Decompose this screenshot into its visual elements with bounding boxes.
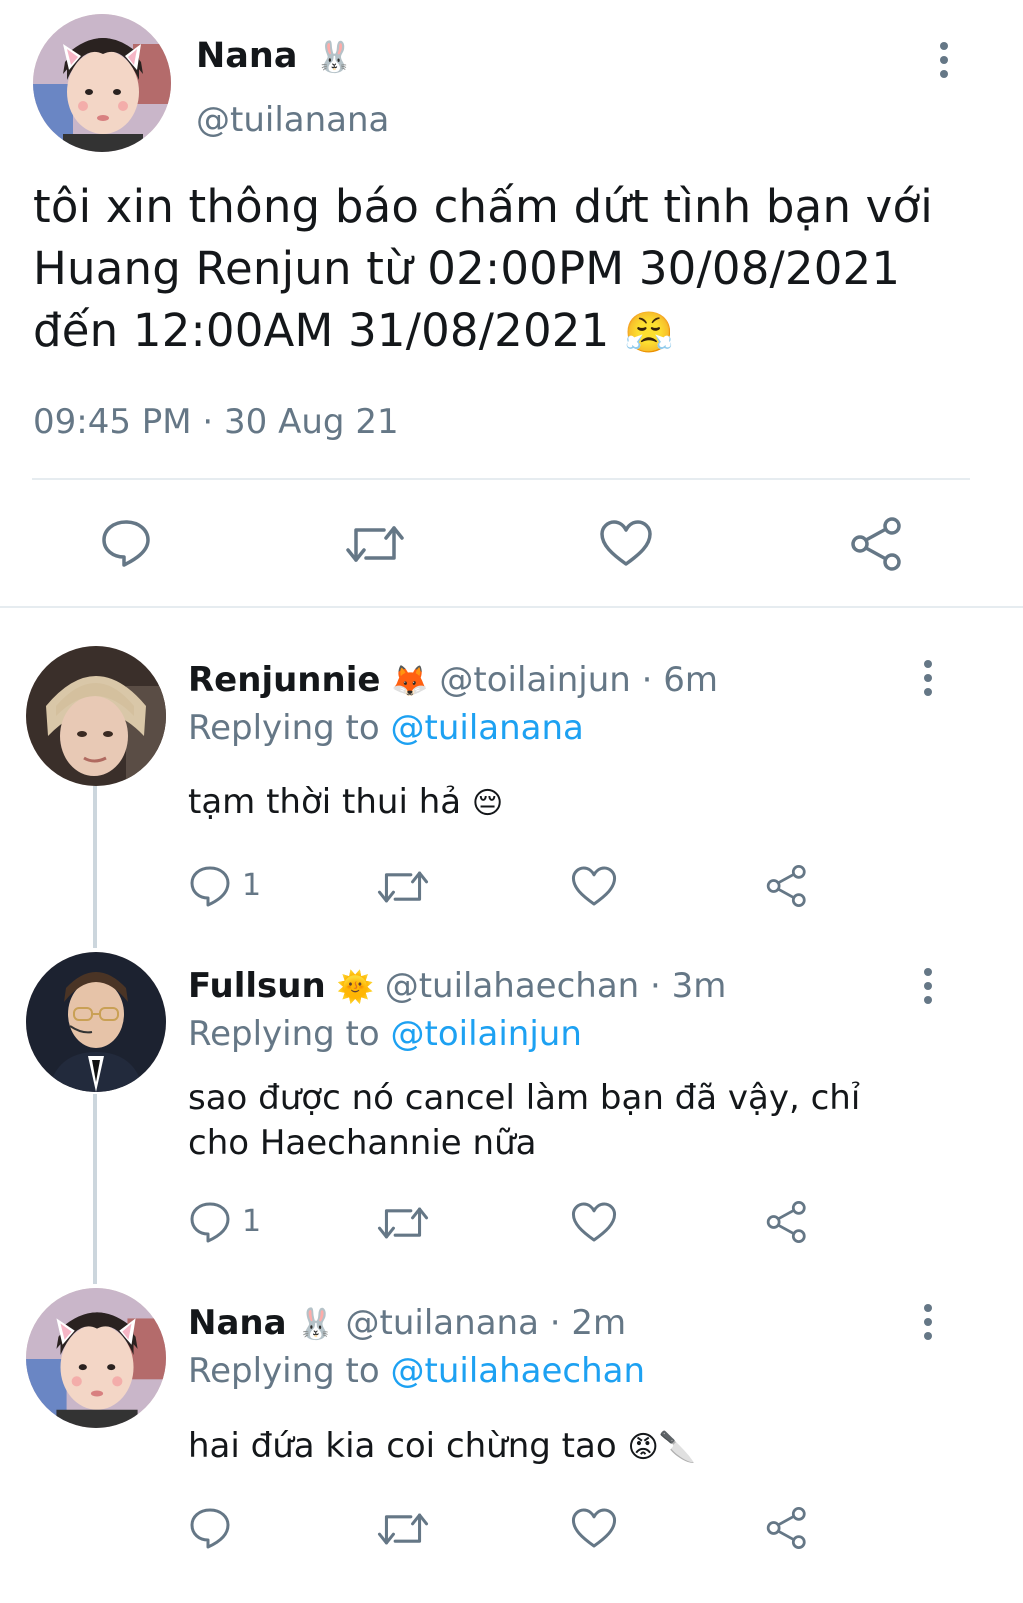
reply-handle[interactable]: @toilainjun xyxy=(439,660,630,700)
replying-to-handle[interactable]: @toilainjun xyxy=(391,1014,582,1054)
main-handle[interactable]: @tuilanana xyxy=(196,100,389,140)
like-icon[interactable] xyxy=(570,864,618,908)
main-text-line-3: đến 12:00AM 31/08/2021 😤 xyxy=(33,300,983,364)
reply-count: 1 xyxy=(242,1204,262,1239)
rabbit-emoji: 🐰 xyxy=(315,40,353,75)
thread-line xyxy=(93,1094,97,1284)
steam-face-emoji: 😤 xyxy=(623,310,674,356)
reply-display-name[interactable]: Renjunnie xyxy=(188,660,380,700)
tweet-timestamp[interactable]: 09:45 PM · 30 Aug 21 xyxy=(33,402,399,442)
reply-avatar[interactable] xyxy=(26,1288,166,1428)
share-icon[interactable] xyxy=(764,864,810,908)
reply-avatar[interactable] xyxy=(26,952,166,1092)
more-options-icon[interactable] xyxy=(922,968,934,1010)
reply-header: Renjunnie 🦊 @toilainjun · 6m xyxy=(188,660,718,700)
replying-to: Replying to @tuilahaechan xyxy=(188,1351,645,1391)
replying-label: Replying to xyxy=(188,1014,380,1054)
reply-text-content: hai đứa kia coi chừng tao xyxy=(188,1426,617,1466)
divider xyxy=(0,606,1023,608)
divider xyxy=(32,478,970,480)
reply-time[interactable]: · 2m xyxy=(550,1303,626,1343)
replying-label: Replying to xyxy=(188,708,380,748)
reply-time[interactable]: · 3m xyxy=(650,966,726,1006)
thread-line xyxy=(93,784,97,948)
share-icon[interactable] xyxy=(764,1506,810,1550)
reply-text: tạm thời thui hả 😔 xyxy=(188,780,948,826)
retweet-icon[interactable] xyxy=(376,1202,430,1244)
reply-header: Fullsun 🌞 @tuilahaechan · 3m xyxy=(188,966,726,1006)
main-tweet-text: tôi xin thông báo chấm dứt tình bạn với … xyxy=(33,176,983,364)
reply-count: 1 xyxy=(242,868,262,903)
fox-emoji: 🦊 xyxy=(391,664,429,699)
replying-label: Replying to xyxy=(188,1351,380,1391)
reply-text: hai đứa kia coi chừng tao 😡🔪 xyxy=(188,1424,948,1470)
display-name-text[interactable]: Nana xyxy=(196,36,297,76)
more-options-icon[interactable] xyxy=(922,1304,934,1346)
reply-text: sao được nó cancel làm bạn đã vậy, chỉ c… xyxy=(188,1076,948,1166)
like-icon[interactable] xyxy=(598,518,654,568)
retweet-icon[interactable] xyxy=(376,1508,430,1550)
reply-text-line-1: sao được nó cancel làm bạn đã vậy, chỉ xyxy=(188,1078,861,1118)
replying-to-handle[interactable]: @tuilahaechan xyxy=(391,1351,646,1391)
replying-to: Replying to @toilainjun xyxy=(188,1014,582,1054)
reply-display-name[interactable]: Nana xyxy=(188,1303,287,1343)
reply-icon[interactable] xyxy=(100,518,152,568)
rabbit-emoji: 🐰 xyxy=(297,1307,335,1342)
main-display-name[interactable]: Nana 🐰 xyxy=(196,36,353,76)
main-avatar[interactable] xyxy=(33,14,171,152)
more-options-icon[interactable] xyxy=(938,42,950,84)
like-icon[interactable] xyxy=(570,1200,618,1244)
share-icon[interactable] xyxy=(764,1200,810,1244)
main-text-line-3-text: đến 12:00AM 31/08/2021 xyxy=(33,304,610,357)
replying-to-handle[interactable]: @tuilanana xyxy=(391,708,584,748)
reply-text-line-2: cho Haechannie nữa xyxy=(188,1123,537,1163)
reply-icon[interactable] xyxy=(188,864,232,908)
reply-text-content: tạm thời thui hả xyxy=(188,782,462,822)
more-options-icon[interactable] xyxy=(922,660,934,702)
angry-face-knife-emoji: 😡🔪 xyxy=(627,1430,697,1465)
sun-emoji: 🌞 xyxy=(336,970,374,1005)
reply-display-name[interactable]: Fullsun xyxy=(188,966,326,1006)
retweet-icon[interactable] xyxy=(376,866,430,908)
like-icon[interactable] xyxy=(570,1506,618,1550)
reply-icon[interactable] xyxy=(188,1200,232,1244)
retweet-icon[interactable] xyxy=(344,520,406,568)
reply-icon[interactable] xyxy=(188,1506,232,1550)
share-icon[interactable] xyxy=(848,516,906,572)
reply-header: Nana 🐰 @tuilanana · 2m xyxy=(188,1303,626,1343)
reply-handle[interactable]: @tuilanana xyxy=(346,1303,539,1343)
main-text-line-2: Huang Renjun từ 02:00PM 30/08/2021 xyxy=(33,242,901,295)
pensive-face-emoji: 😔 xyxy=(471,786,504,821)
main-text-line-1: tôi xin thông báo chấm dứt tình bạn với xyxy=(33,180,933,233)
reply-avatar[interactable] xyxy=(26,646,166,786)
reply-time[interactable]: · 6m xyxy=(642,660,718,700)
reply-handle[interactable]: @tuilahaechan xyxy=(385,966,640,1006)
replying-to: Replying to @tuilanana xyxy=(188,708,584,748)
